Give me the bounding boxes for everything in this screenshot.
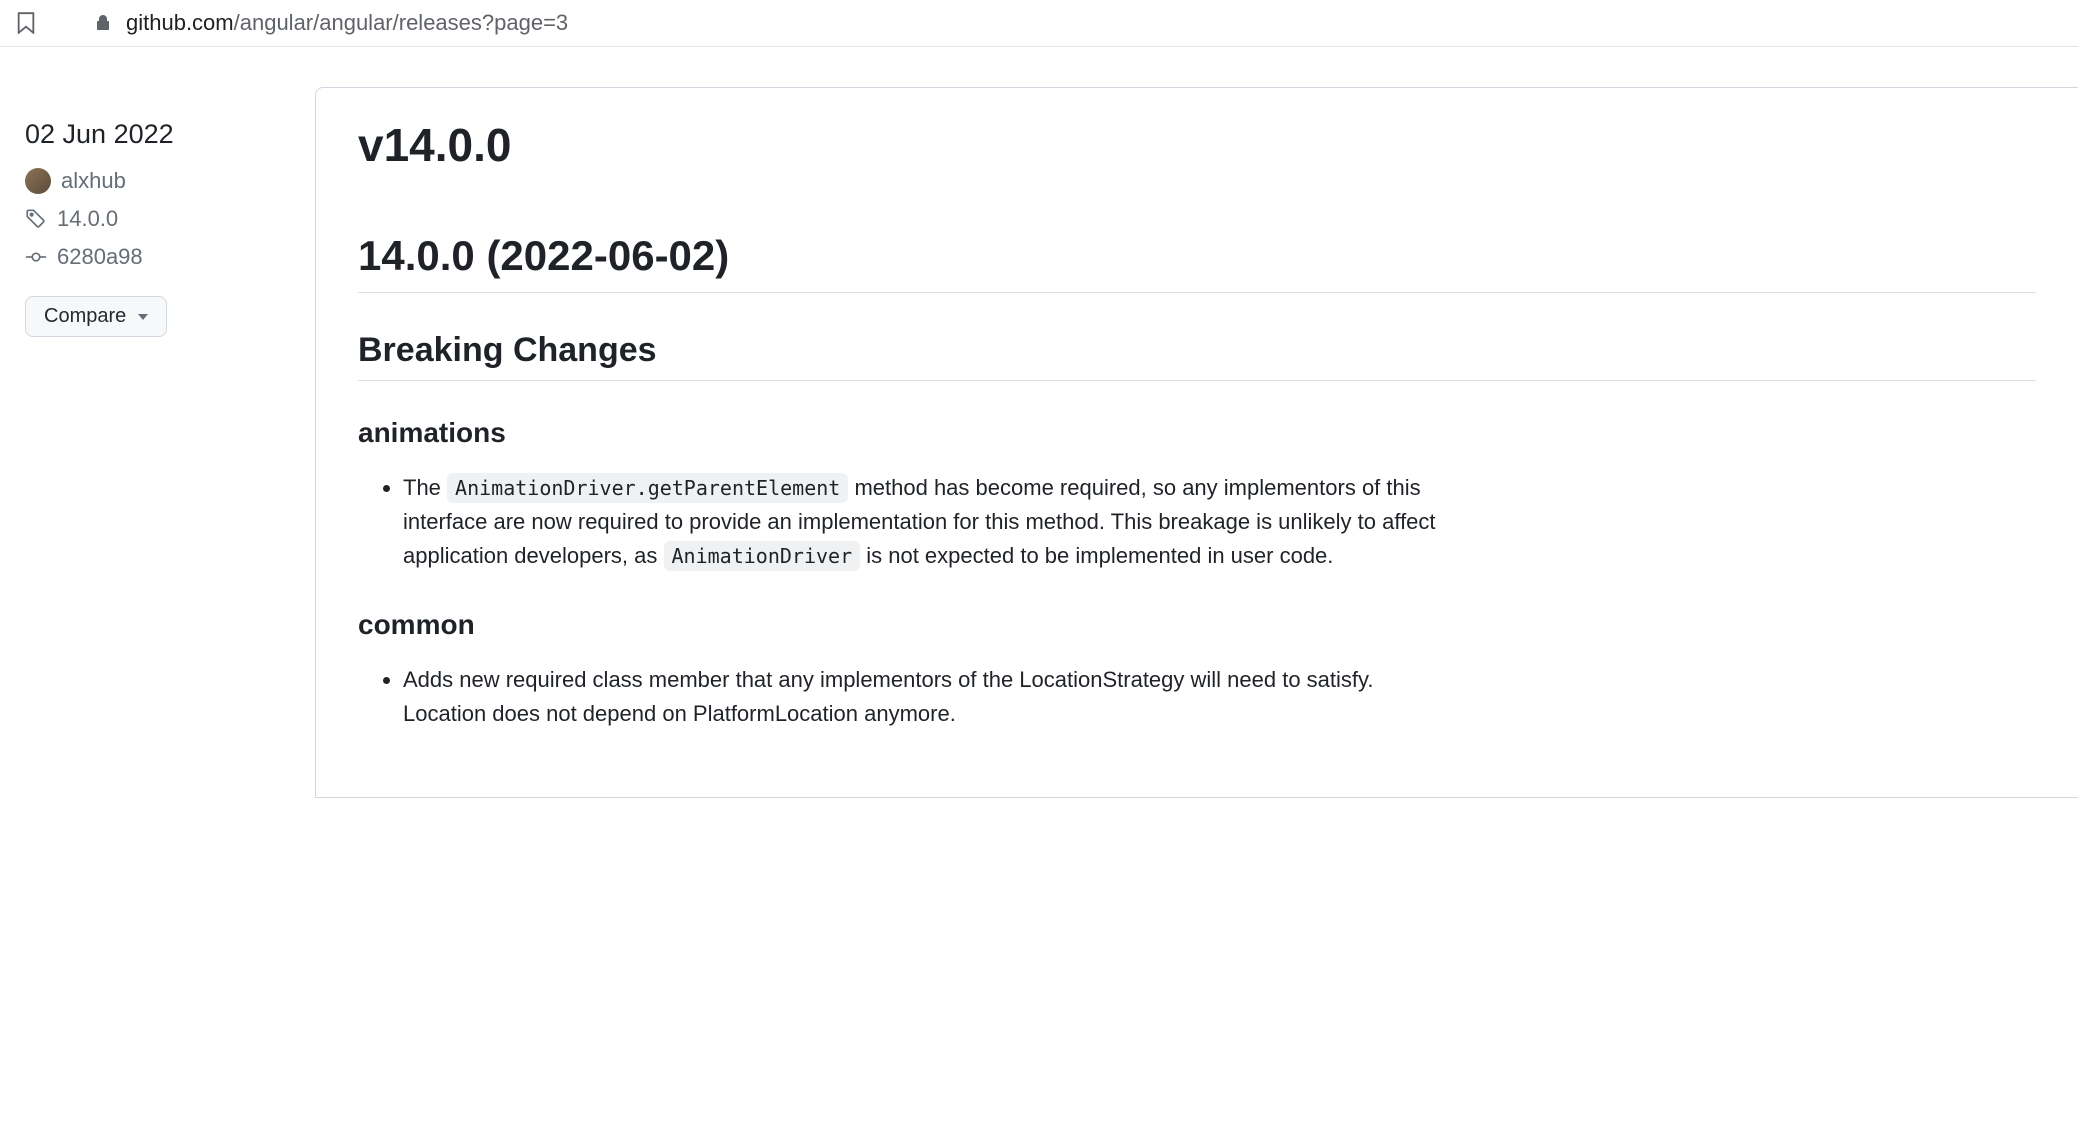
breaking-changes-heading: Breaking Changes: [358, 331, 2036, 381]
compare-label: Compare: [44, 305, 126, 328]
release-title: v14.0.0: [358, 118, 2036, 172]
lock-icon: [96, 14, 112, 32]
url-domain: github.com: [126, 10, 234, 35]
animations-list: The AnimationDriver.getParentElement met…: [358, 471, 2036, 573]
author-username: alxhub: [61, 168, 126, 194]
page-container: 02 Jun 2022 alxhub 14.0.0 6280a: [0, 47, 2078, 798]
chevron-down-icon: [138, 314, 148, 320]
url-text: github.com/angular/angular/releases?page…: [126, 10, 568, 36]
release-content: v14.0.0 14.0.0 (2022-06-02) Breaking Cha…: [315, 87, 2078, 798]
commit-hash: 6280a98: [57, 244, 143, 270]
tag-icon: [25, 208, 47, 230]
release-version-heading: 14.0.0 (2022-06-02): [358, 232, 2036, 293]
tag-row[interactable]: 14.0.0: [25, 206, 315, 232]
list-item: Adds new required class member that any …: [403, 663, 1453, 731]
avatar: [25, 168, 51, 194]
code-inline: AnimationDriver: [664, 541, 861, 571]
commit-icon: [25, 246, 47, 268]
browser-address-bar: github.com/angular/angular/releases?page…: [0, 0, 2078, 47]
code-inline: AnimationDriver.getParentElement: [447, 473, 848, 503]
author-row[interactable]: alxhub: [25, 168, 315, 194]
animations-heading: animations: [358, 417, 2036, 449]
release-date: 02 Jun 2022: [25, 119, 315, 150]
url-path: /angular/angular/releases?page=3: [234, 10, 569, 35]
bookmark-icon[interactable]: [16, 11, 36, 35]
commit-row[interactable]: 6280a98: [25, 244, 315, 270]
common-heading: common: [358, 609, 2036, 641]
tag-name: 14.0.0: [57, 206, 118, 232]
url-display[interactable]: github.com/angular/angular/releases?page…: [56, 10, 568, 36]
list-item: The AnimationDriver.getParentElement met…: [403, 471, 1453, 573]
common-list: Adds new required class member that any …: [358, 663, 2036, 731]
compare-button[interactable]: Compare: [25, 296, 167, 337]
release-sidebar: 02 Jun 2022 alxhub 14.0.0 6280a: [0, 87, 315, 798]
